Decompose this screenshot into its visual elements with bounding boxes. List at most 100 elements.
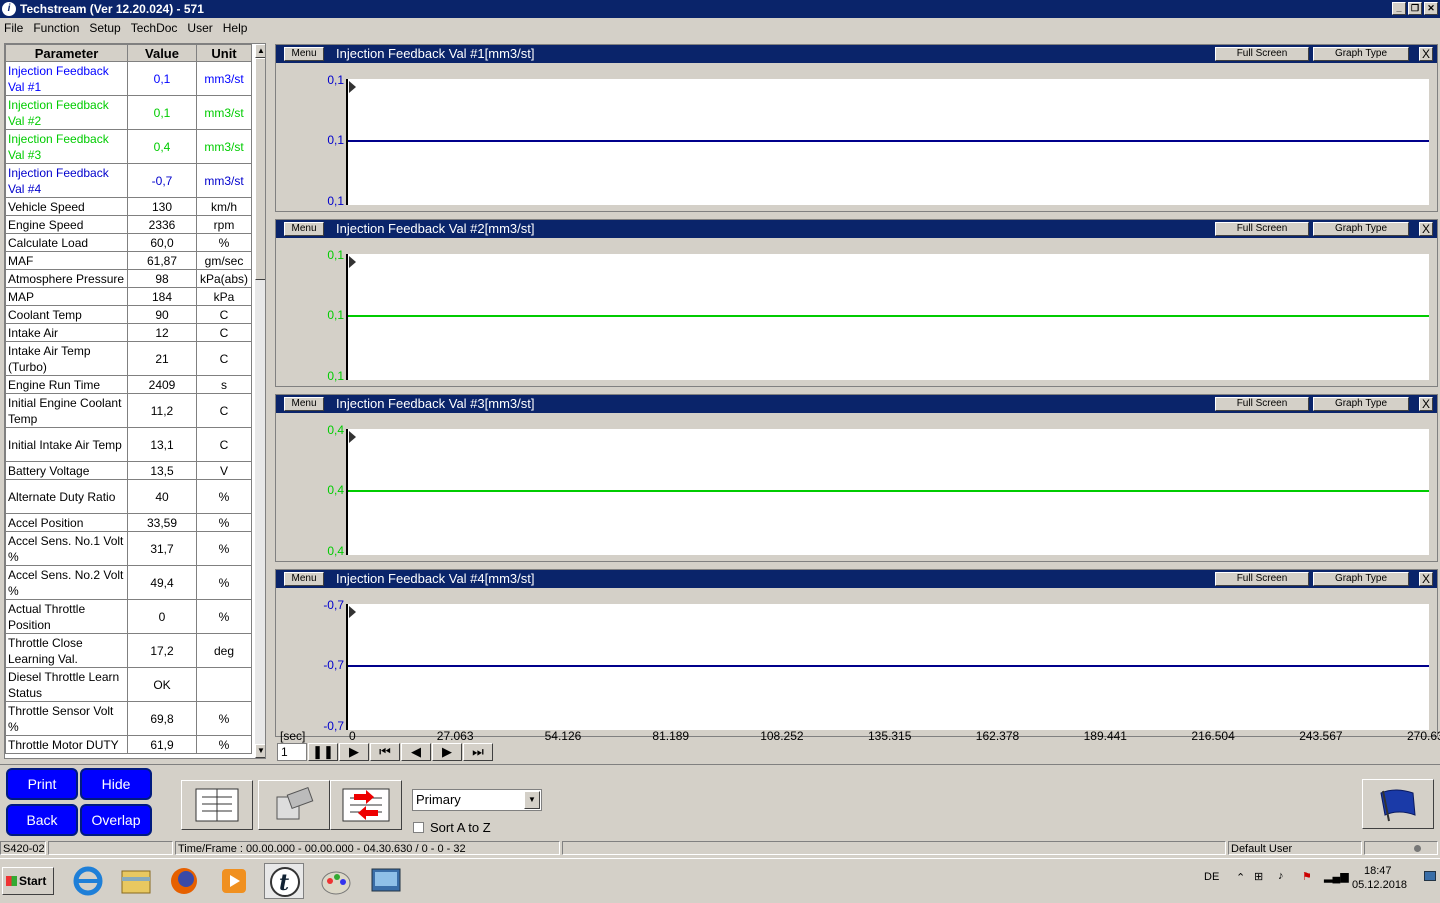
scroll-thumb[interactable]	[255, 58, 265, 280]
overlap-button[interactable]: Overlap	[80, 804, 152, 836]
table-row[interactable]: Actual Throttle Position 0%	[5, 599, 252, 634]
skip-end-button[interactable]: ⏭	[463, 743, 493, 761]
graph-close-button[interactable]: X	[1419, 397, 1433, 411]
print-button[interactable]: Print	[6, 768, 78, 800]
table-row[interactable]: Initial Engine Coolant Temp 11,2 C	[5, 393, 252, 428]
signal-icon[interactable]: ▂▄▆	[1324, 870, 1349, 883]
table-row[interactable]: Intake Air 12 C	[5, 323, 252, 342]
column-header-value[interactable]: Value	[127, 44, 197, 62]
graph-close-button[interactable]: X	[1419, 47, 1433, 61]
graph-menu-button[interactable]: Menu	[284, 572, 324, 586]
cursor-marker-icon[interactable]	[349, 81, 356, 93]
table-row[interactable]: MAF 61,87 gm/sec	[5, 251, 252, 270]
minimize-button[interactable]: _	[1392, 2, 1406, 15]
firefox-icon[interactable]	[164, 863, 204, 899]
menu-help[interactable]: Help	[223, 21, 248, 35]
clock-date[interactable]: 05.12.2018	[1352, 879, 1407, 891]
hide-button[interactable]: Hide	[80, 768, 152, 800]
snapshot-button[interactable]	[258, 780, 330, 830]
step-forward-button[interactable]: ▶	[432, 743, 462, 761]
display-select[interactable]: Primary ▼	[412, 789, 542, 811]
cursor-marker-icon[interactable]	[349, 606, 356, 618]
maximize-button[interactable]: ❐	[1408, 2, 1422, 15]
scroll-up-arrow-icon[interactable]: ▲	[255, 44, 265, 58]
graph-plot-area[interactable]	[346, 604, 1429, 730]
cursor-marker-icon[interactable]	[349, 431, 356, 443]
cursor-marker-icon[interactable]	[349, 256, 356, 268]
menu-techdoc[interactable]: TechDoc	[131, 21, 178, 35]
column-header-parameter[interactable]: Parameter	[5, 44, 128, 62]
table-row[interactable]: Coolant Temp 90 C	[5, 305, 252, 324]
internet-explorer-icon[interactable]	[68, 863, 108, 899]
table-row[interactable]: Calculate Load 60,0%	[5, 233, 252, 252]
file-explorer-icon[interactable]	[116, 863, 156, 899]
column-header-unit[interactable]: Unit	[196, 44, 252, 62]
table-row[interactable]: Vehicle Speed 130 km/h	[5, 197, 252, 216]
graph-close-button[interactable]: X	[1419, 222, 1433, 236]
graph-close-button[interactable]: X	[1419, 572, 1433, 586]
graph-plot-area[interactable]	[346, 254, 1429, 380]
graph-menu-button[interactable]: Menu	[284, 222, 324, 236]
table-row[interactable]: MAP 184 kPa	[5, 287, 252, 306]
skip-start-button[interactable]: ⏮	[370, 743, 400, 761]
graph-type-button[interactable]: Graph Type	[1313, 47, 1409, 61]
show-hidden-icons-icon[interactable]: ⌃	[1236, 871, 1245, 884]
list-view-button[interactable]	[181, 780, 253, 830]
table-row[interactable]: Throttle Close Learning Val. 17,2 deg	[5, 633, 252, 668]
clock-time[interactable]: 18:47	[1364, 865, 1392, 877]
table-row[interactable]: Atmosphere Pressure 98 kPa(abs)	[5, 269, 252, 288]
table-row[interactable]: Injection Feedback Val #4 -0,7 mm3/st	[5, 163, 252, 198]
full-screen-button[interactable]: Full Screen	[1215, 397, 1309, 411]
media-player-icon[interactable]	[214, 863, 254, 899]
step-back-button[interactable]: ◀	[401, 743, 431, 761]
graph-plot-area[interactable]	[346, 429, 1429, 555]
menu-function[interactable]: Function	[33, 21, 79, 35]
table-row[interactable]: Engine Run Time 2409 s	[5, 375, 252, 394]
flag-button[interactable]	[1362, 779, 1434, 829]
graph-type-button[interactable]: Graph Type	[1313, 397, 1409, 411]
scroll-down-arrow-icon[interactable]: ▼	[255, 744, 265, 758]
table-row[interactable]: Throttle Motor DUTY 61,9%	[5, 735, 252, 754]
action-center-icon[interactable]: ⚑	[1302, 870, 1312, 883]
chevron-down-icon[interactable]: ▼	[524, 791, 540, 809]
menu-setup[interactable]: Setup	[89, 21, 120, 35]
switch-view-button[interactable]	[330, 780, 402, 830]
volume-icon[interactable]: ♪	[1278, 870, 1284, 882]
table-row[interactable]: Injection Feedback Val #1 0,1 mm3/st	[5, 61, 252, 96]
table-row[interactable]: Battery Voltage 13,5 V	[5, 461, 252, 480]
techstream-taskbar-icon[interactable]: t	[264, 863, 304, 899]
network-icon[interactable]: ⊞	[1254, 870, 1263, 883]
table-row[interactable]: Alternate Duty Ratio 40%	[5, 479, 252, 514]
full-screen-button[interactable]: Full Screen	[1215, 572, 1309, 586]
table-row[interactable]: Accel Position 33,59%	[5, 513, 252, 532]
table-row[interactable]: Initial Intake Air Temp 13,1 C	[5, 427, 252, 462]
close-window-button[interactable]: ✕	[1424, 2, 1438, 15]
menu-user[interactable]: User	[187, 21, 212, 35]
parameter-scrollbar[interactable]: ▲ ▼	[255, 44, 265, 758]
frame-spinner[interactable]: 1	[277, 743, 307, 761]
language-indicator[interactable]: DE	[1204, 871, 1219, 883]
play-button[interactable]: ▶	[339, 743, 369, 761]
table-row[interactable]: Accel Sens. No.1 Volt % 31,7%	[5, 531, 252, 566]
back-button[interactable]: Back	[6, 804, 78, 836]
show-desktop-icon[interactable]	[1424, 871, 1436, 881]
graph-type-button[interactable]: Graph Type	[1313, 572, 1409, 586]
table-row[interactable]: Injection Feedback Val #3 0,4 mm3/st	[5, 129, 252, 164]
table-row[interactable]: Intake Air Temp (Turbo) 21 C	[5, 341, 252, 376]
sort-checkbox[interactable]	[413, 822, 424, 833]
graph-type-button[interactable]: Graph Type	[1313, 222, 1409, 236]
menu-file[interactable]: File	[4, 21, 23, 35]
graph-plot-area[interactable]	[346, 79, 1429, 205]
full-screen-button[interactable]: Full Screen	[1215, 47, 1309, 61]
graph-menu-button[interactable]: Menu	[284, 47, 324, 61]
table-row[interactable]: Diesel Throttle Learn Status OK	[5, 667, 252, 702]
table-row[interactable]: Accel Sens. No.2 Volt % 49,4%	[5, 565, 252, 600]
image-viewer-icon[interactable]	[366, 863, 406, 899]
paint-icon[interactable]	[316, 863, 356, 899]
table-row[interactable]: Engine Speed 2336 rpm	[5, 215, 252, 234]
full-screen-button[interactable]: Full Screen	[1215, 222, 1309, 236]
start-button[interactable]: Start	[2, 867, 54, 895]
graph-menu-button[interactable]: Menu	[284, 397, 324, 411]
table-row[interactable]: Injection Feedback Val #2 0,1 mm3/st	[5, 95, 252, 130]
pause-button[interactable]: ❚❚	[308, 743, 338, 761]
